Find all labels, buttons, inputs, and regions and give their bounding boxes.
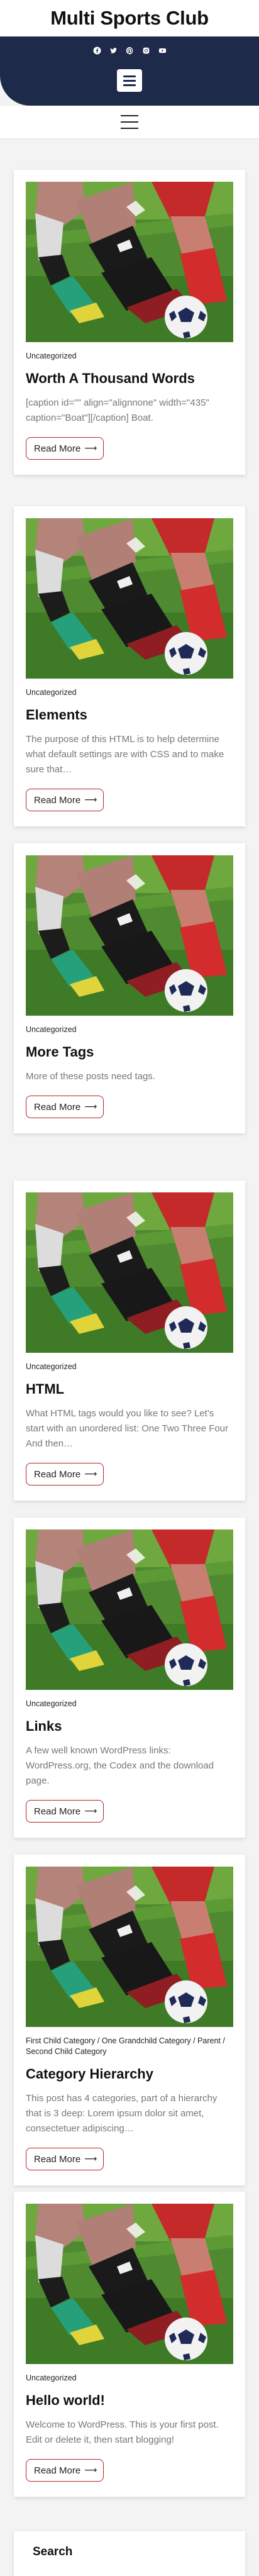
post-card: Uncategorized Hello world! Welcome to Word… (14, 2192, 245, 2497)
post-excerpt: Welcome to WordPress. This is your first… (26, 2419, 219, 2445)
twitter-icon[interactable] (108, 45, 118, 55)
post-excerpt: What HTML tags would you like to see? Le… (26, 1408, 229, 1449)
category-link[interactable]: Uncategorized (26, 352, 77, 360)
post-excerpt: A few well known WordPress links: WordPr… (26, 1745, 214, 1786)
read-more-button[interactable]: Read More ⟶ (26, 789, 104, 811)
menu-bar-2 (123, 79, 136, 82)
read-more-button[interactable]: Read More ⟶ (26, 1096, 104, 1118)
post-excerpt: This post has 4 categories, part of a hi… (26, 2093, 218, 2134)
read-more-label: Read More (34, 1468, 81, 1480)
post-excerpt: The purpose of this HTML is to help dete… (26, 734, 224, 775)
search-widget-title: Search (33, 2545, 73, 2558)
menu-toggle-icon[interactable] (121, 115, 138, 129)
post-title[interactable]: Elements (26, 707, 233, 723)
post-card: Uncategorized Elements The purpose of this… (14, 506, 245, 826)
toggle-bar-3 (121, 128, 138, 129)
social-topbar (0, 36, 259, 106)
menu-bar-1 (123, 75, 136, 77)
category-link[interactable]: Parent (197, 2036, 221, 2045)
read-more-label: Read More (34, 2153, 81, 2165)
read-more-button[interactable]: Read More ⟶ (26, 2459, 104, 2482)
post-title[interactable]: Hello world! (26, 2392, 233, 2409)
post-excerpt: More of these posts need tags. (26, 1071, 155, 1082)
read-more-button[interactable]: Read More ⟶ (26, 1800, 104, 1823)
post-thumbnail[interactable] (26, 518, 233, 679)
post-title[interactable]: Worth A Thousand Words (26, 370, 233, 387)
search-widget: Search (14, 2531, 245, 2576)
post-categories: Uncategorized (26, 687, 233, 698)
post-categories: Uncategorized (26, 351, 233, 362)
read-more-label: Read More (34, 2465, 81, 2476)
read-more-label: Read More (34, 1101, 81, 1113)
topbar-menu-button[interactable] (117, 69, 142, 92)
arrow-right-icon: ⟶ (84, 443, 97, 453)
toggle-bar-1 (121, 115, 138, 116)
category-link[interactable]: First Child Category (26, 2036, 95, 2045)
facebook-icon[interactable] (92, 45, 102, 55)
category-link[interactable]: Uncategorized (26, 1699, 77, 1708)
arrow-right-icon: ⟶ (84, 1806, 97, 1816)
arrow-right-icon: ⟶ (84, 1102, 97, 1112)
post-categories: Uncategorized (26, 1699, 233, 1709)
read-more-label: Read More (34, 1806, 81, 1817)
read-more-label: Read More (34, 443, 81, 454)
instagram-icon[interactable] (141, 45, 151, 55)
post-categories: Uncategorized (26, 1024, 233, 1035)
main-navbar (0, 106, 259, 138)
toggle-bar-2 (121, 121, 138, 123)
category-link[interactable]: Uncategorized (26, 688, 77, 697)
post-thumbnail[interactable] (26, 855, 233, 1016)
read-more-button[interactable]: Read More ⟶ (26, 2148, 104, 2170)
menu-bar-3 (123, 84, 136, 86)
post-card: Uncategorized HTML What HTML tags would yo… (14, 1180, 245, 1501)
youtube-icon[interactable] (157, 45, 167, 55)
post-categories: First Child Category / One Grandchild Ca… (26, 2036, 225, 2056)
category-link[interactable]: Uncategorized (26, 1362, 77, 1371)
post-excerpt: [caption id="" align="alignnone" width="… (26, 397, 209, 423)
arrow-right-icon: ⟶ (84, 1469, 97, 1479)
category-link[interactable]: One Grandchild Category (102, 2036, 191, 2045)
arrow-right-icon: ⟶ (84, 2154, 97, 2164)
category-link[interactable]: Second Child Category (26, 2047, 107, 2056)
arrow-right-icon: ⟶ (84, 2465, 97, 2475)
read-more-button[interactable]: Read More ⟶ (26, 437, 104, 460)
arrow-right-icon: ⟶ (84, 795, 97, 805)
post-card: Uncategorized Worth A Thousand Words [capt… (14, 170, 245, 475)
post-categories: Uncategorized (26, 2373, 233, 2384)
post-title[interactable]: More Tags (26, 1044, 233, 1060)
post-thumbnail[interactable] (26, 182, 233, 342)
pinterest-icon[interactable] (124, 45, 135, 55)
site-title[interactable]: Multi Sports Club (50, 7, 209, 30)
post-thumbnail[interactable] (26, 1192, 233, 1353)
read-more-button[interactable]: Read More ⟶ (26, 1463, 104, 1485)
read-more-label: Read More (34, 794, 81, 806)
post-thumbnail[interactable] (26, 1530, 233, 1690)
site-header: Multi Sports Club (0, 0, 259, 36)
post-card: Uncategorized More Tags More of these post… (14, 843, 245, 1133)
post-card: First Child Category / One Grandchild Ca… (14, 1855, 245, 2185)
post-thumbnail[interactable] (26, 2204, 233, 2364)
social-icons (0, 45, 259, 55)
category-link[interactable]: Uncategorized (26, 1025, 77, 1034)
category-link[interactable]: Uncategorized (26, 2373, 77, 2382)
post-title[interactable]: Links (26, 1718, 233, 1735)
post-title[interactable]: Category Hierarchy (26, 2066, 233, 2082)
post-thumbnail[interactable] (26, 1867, 233, 2027)
post-categories: Uncategorized (26, 1362, 233, 1372)
post-title[interactable]: HTML (26, 1381, 233, 1397)
post-card: Uncategorized Links A few well known WordP… (14, 1518, 245, 1838)
